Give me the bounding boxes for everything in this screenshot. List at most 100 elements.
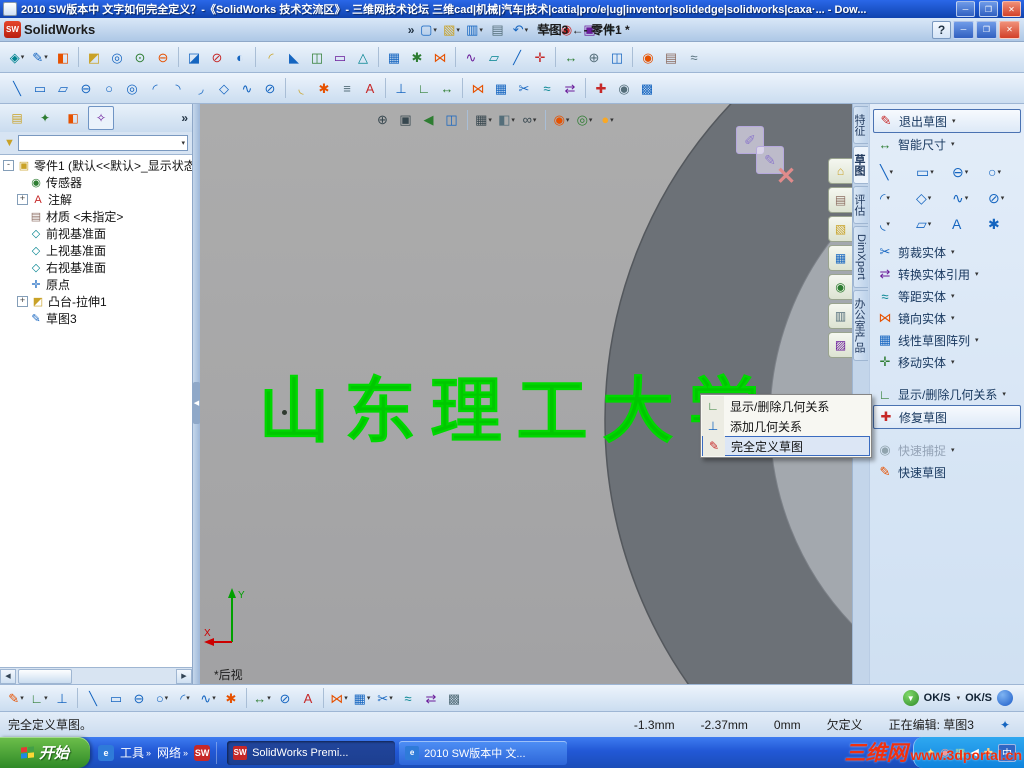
tray-icon-2[interactable]: ◉ — [940, 746, 950, 759]
line-tool-icon[interactable]: ╲ ▾ — [875, 160, 911, 184]
parallelogram-icon[interactable]: ▱ — [52, 77, 74, 99]
start-button[interactable]: 开始 — [0, 737, 90, 768]
filter-dropdown-caret[interactable]: ▾ — [181, 139, 185, 147]
section-view-icon[interactable]: ◫ — [441, 109, 462, 130]
new-document-icon[interactable]: ▢ ▾ — [417, 19, 439, 41]
offset-entities-icon[interactable]: ≈ — [397, 687, 419, 709]
slot-icon[interactable]: ⊖ — [75, 77, 97, 99]
slot-tool-icon[interactable]: ⊖ ▾ — [947, 160, 983, 184]
linear-pattern-icon[interactable]: ▦ ▾ — [351, 687, 373, 709]
spline-tool-icon[interactable]: ∿ ▾ — [947, 186, 983, 210]
shell-icon[interactable]: ▭ — [329, 46, 351, 68]
tray-icon-3[interactable]: ▦ — [955, 746, 965, 759]
offset-entities-button[interactable]: ≈ 等距实体 ▾ — [873, 285, 1021, 307]
quick-tips-icon[interactable]: ✦ — [1000, 718, 1010, 732]
tree-root-part[interactable]: - ▣ 零件1 (默认<<默认>_显示状态 — [0, 157, 192, 174]
mass-properties-icon[interactable]: ⊕ — [583, 46, 605, 68]
view-orientation-icon[interactable]: ▦ ▾ — [473, 109, 494, 130]
ellipse-icon[interactable]: ⊘ — [274, 687, 296, 709]
text-icon[interactable]: A — [359, 77, 381, 99]
move-entities-button[interactable]: ✛ 移动实体 ▾ — [873, 351, 1021, 373]
zoom-fit-icon[interactable]: ⊕ — [372, 109, 393, 130]
menu-display-delete-relations[interactable]: ∟ 显示/删除几何关系 — [702, 396, 870, 416]
panel-collapse-button[interactable]: ◀ — [193, 382, 200, 424]
tree-horizontal-scrollbar[interactable]: ◀ ▶ — [0, 668, 192, 684]
sketch-button-icon[interactable]: ✎ ▾ — [5, 687, 27, 709]
convert-entities-icon[interactable]: ⇄ — [559, 77, 581, 99]
edit-appearance-icon[interactable]: ◉ ▾ — [551, 109, 572, 130]
tree-expander[interactable]: + — [17, 194, 28, 205]
toolbar-chevron-icon[interactable]: » — [146, 748, 151, 758]
reference-geometry-icon[interactable]: ◈ ▾ — [6, 46, 28, 68]
hole-wizard-icon[interactable]: ⊘ — [206, 46, 228, 68]
quick-snaps-icon[interactable]: ◉ — [613, 77, 635, 99]
dimxpertmanager-tab[interactable]: ✧ — [88, 106, 114, 130]
centerline-icon[interactable]: ≡ — [336, 77, 358, 99]
open-document-icon[interactable]: ▧ ▾ — [440, 19, 462, 41]
custom-properties-icon[interactable]: ▥ — [828, 303, 852, 329]
chamfer-icon[interactable]: ◣ — [283, 46, 305, 68]
convert-entities-icon[interactable]: ⇄ — [420, 687, 442, 709]
configurationmanager-tab[interactable]: ◧ — [60, 106, 86, 130]
task-browser[interactable]: e 2010 SW版本中 文... — [399, 740, 568, 765]
smart-dimension-icon[interactable]: ↔ — [436, 77, 458, 99]
help-button[interactable]: ? — [932, 20, 951, 39]
axis-icon[interactable]: ╱ — [506, 46, 528, 68]
propertymanager-tab[interactable]: ✦ — [32, 106, 58, 130]
ellipse-icon[interactable]: ⊘ — [259, 77, 281, 99]
quick-snaps-button[interactable]: ◉ 快速捕捉 ▾ — [873, 439, 1021, 461]
circular-pattern-icon[interactable]: ✱ — [406, 46, 428, 68]
tree-item[interactable]: ◇ 右视基准面 — [0, 259, 192, 276]
mirror-entities-icon[interactable]: ⋈ — [467, 77, 489, 99]
rectangle-icon[interactable]: ▭ — [105, 687, 127, 709]
app-restore-button[interactable]: ❐ — [976, 20, 997, 39]
circle-tool-icon[interactable]: ○ ▾ — [983, 160, 1019, 184]
tree-expander[interactable]: + — [17, 296, 28, 307]
hide-show-items-icon[interactable]: ∞ ▾ — [519, 109, 540, 130]
tree-item[interactable]: ✎ 草图3 — [0, 310, 192, 327]
mirror-entities-icon[interactable]: ⋈ ▾ — [328, 687, 350, 709]
spline-icon[interactable]: ∿ ▾ — [197, 687, 219, 709]
rapid-sketch-button[interactable]: ✎ 快速草图 — [873, 461, 1021, 483]
smart-dimension-icon[interactable]: ↔ ▾ — [251, 687, 273, 709]
commandmanager-tab-DimXpert[interactable]: DimXpert — [853, 226, 868, 288]
print-icon[interactable]: ▤ — [486, 19, 508, 41]
scroll-thumb[interactable] — [18, 668, 72, 684]
solidworks-resources-icon[interactable]: ⌂ — [828, 158, 852, 184]
section-properties-icon[interactable]: ◫ — [606, 46, 628, 68]
confirmation-corner-icon[interactable]: ▼ — [902, 690, 919, 706]
grid-settings-icon[interactable]: ▩ — [636, 77, 658, 99]
line-icon[interactable]: ╲ — [6, 77, 28, 99]
text-icon[interactable]: A — [297, 687, 319, 709]
mirror-entities-button[interactable]: ⋈ 镜向实体 ▾ — [873, 307, 1021, 329]
point-icon[interactable]: ✱ — [220, 687, 242, 709]
three-point-arc-icon[interactable]: ◞ — [190, 77, 212, 99]
curves-icon[interactable]: ∿ — [460, 46, 482, 68]
tree-item[interactable]: ✛ 原点 — [0, 276, 192, 293]
display-style-icon[interactable]: ◧ ▾ — [496, 109, 517, 130]
rectangle-tool-icon[interactable]: ▭ ▾ — [911, 160, 947, 184]
lofted-boss-icon[interactable]: ⊖ — [152, 46, 174, 68]
featuremanager-tab[interactable]: ▤ — [4, 106, 30, 130]
equations-icon[interactable]: ≈ — [683, 46, 705, 68]
tools-toolbar-label[interactable]: 工具» — [120, 744, 151, 761]
trim-entities-icon[interactable]: ✂ — [513, 77, 535, 99]
linear-sketch-pattern-icon[interactable]: ▦ — [490, 77, 512, 99]
menu-chevron-icon[interactable]: » — [408, 23, 415, 37]
view-palette-icon[interactable]: ▦ — [828, 245, 852, 271]
browser-maximize-button[interactable]: ❐ — [979, 1, 998, 17]
commandmanager-tab-办公室产品[interactable]: 办公室产品 — [853, 289, 868, 361]
plane-tool-icon[interactable]: ▱ ▾ — [911, 212, 947, 236]
slot-icon[interactable]: ⊖ — [128, 687, 150, 709]
tray-icon-5[interactable]: ✚ — [984, 746, 993, 759]
rib-icon[interactable]: ◫ — [306, 46, 328, 68]
grid-icon[interactable]: ▩ — [443, 687, 465, 709]
extruded-boss-icon[interactable]: ◩ — [83, 46, 105, 68]
fillet-tool-icon[interactable]: ◟ ▾ — [875, 212, 911, 236]
tree-item[interactable]: ◇ 上视基准面 — [0, 242, 192, 259]
polygon-tool-icon[interactable]: ◇ ▾ — [911, 186, 947, 210]
draft-icon[interactable]: △ — [352, 46, 374, 68]
point-tool-icon[interactable]: ✱ — [983, 212, 1019, 236]
material-icon[interactable]: ▤ — [660, 46, 682, 68]
trim-entities-button[interactable]: ✂ 剪裁实体 ▾ — [873, 241, 1021, 263]
